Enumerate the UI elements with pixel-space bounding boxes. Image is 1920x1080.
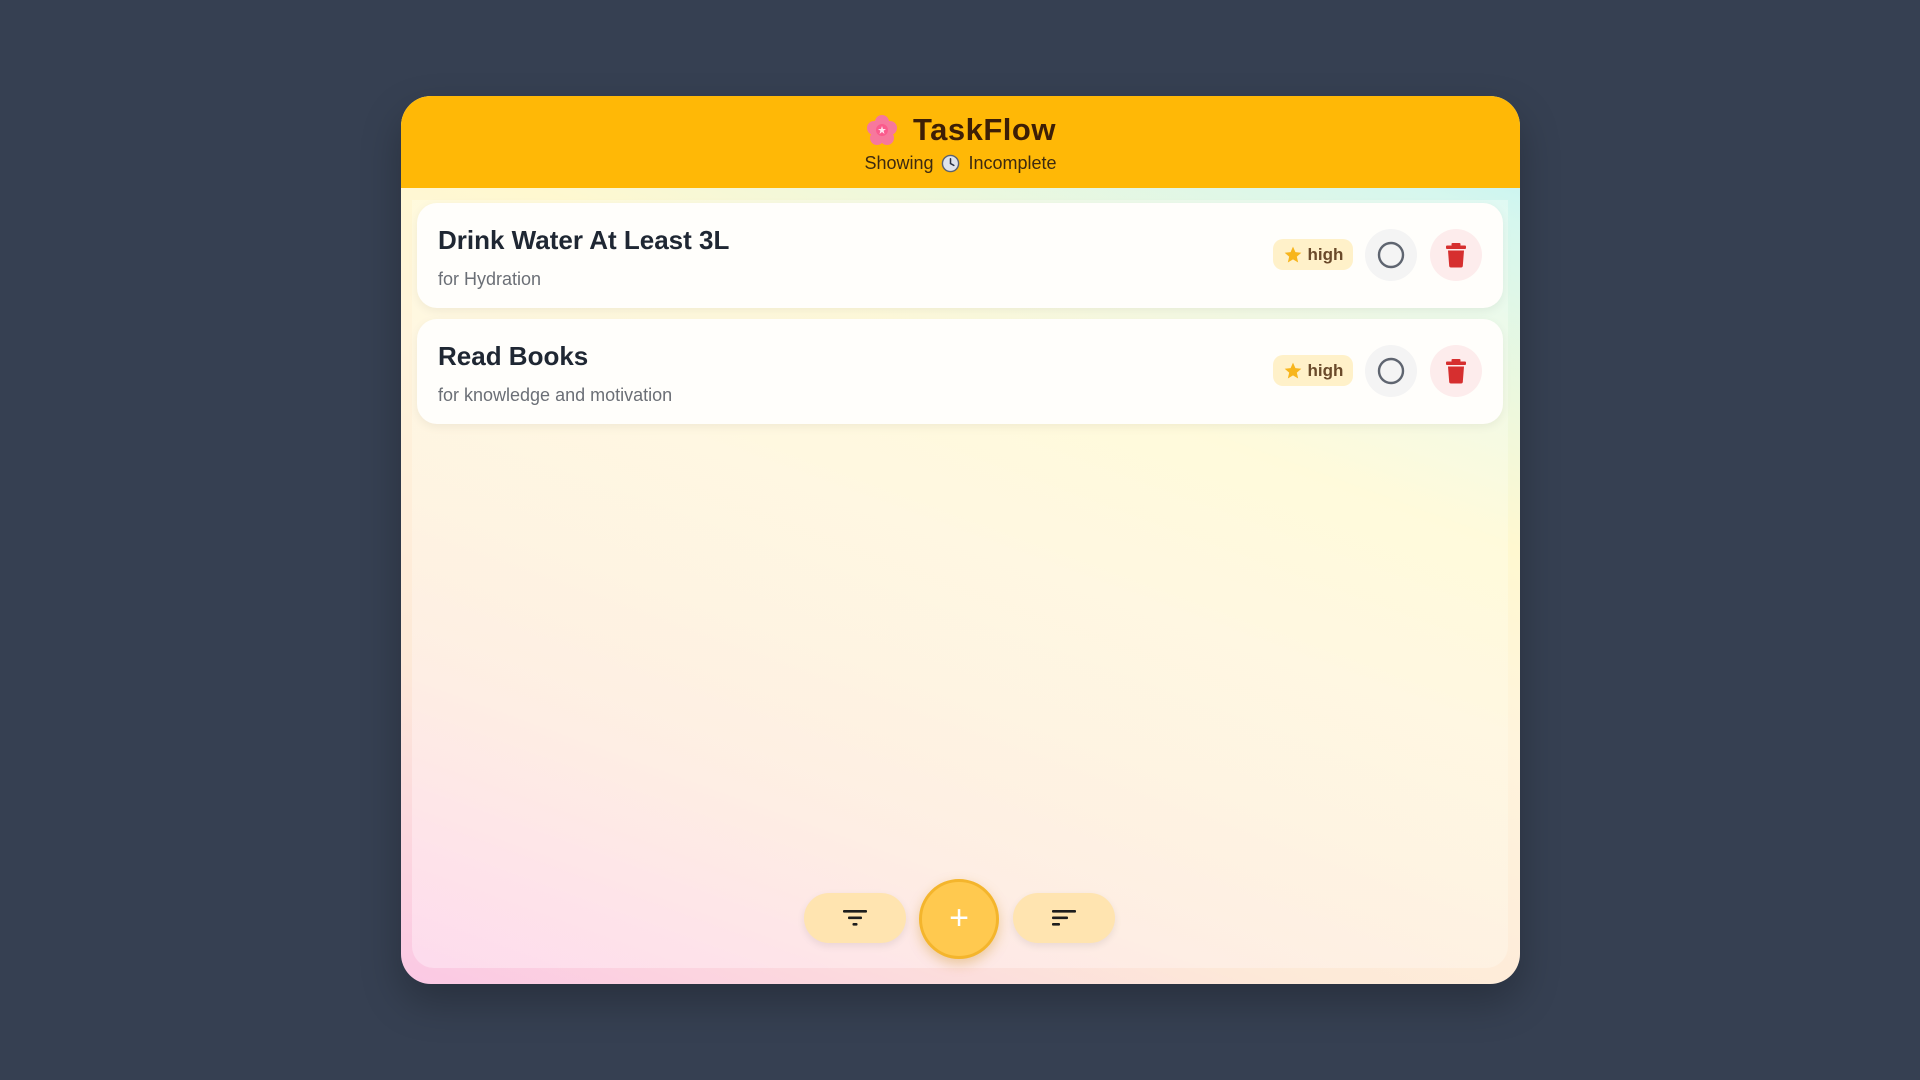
filter-value: Incomplete xyxy=(968,153,1057,173)
title-row: TaskFlow xyxy=(401,112,1520,148)
clock-icon xyxy=(942,154,960,173)
priority-badge: high xyxy=(1273,355,1353,386)
flower-icon xyxy=(867,115,898,145)
task-title: Drink Water At Least 3L xyxy=(438,225,730,255)
task-card[interactable]: Drink Water At Least 3L for Hydration hi… xyxy=(417,203,1503,308)
delete-button[interactable] xyxy=(1430,229,1482,281)
complete-button[interactable] xyxy=(1365,229,1417,281)
task-description: for knowledge and motivation xyxy=(438,385,673,405)
sort-icon xyxy=(1052,910,1076,926)
task-title: Read Books xyxy=(438,341,589,371)
app-title: TaskFlow xyxy=(913,112,1056,147)
priority-label: high xyxy=(1307,244,1344,264)
star-icon xyxy=(1284,246,1301,262)
app-window: TaskFlow Showing Incomplete Drink Water … xyxy=(401,96,1520,984)
filter-button[interactable] xyxy=(804,893,906,943)
priority-label: high xyxy=(1307,360,1344,380)
sort-button[interactable] xyxy=(1013,893,1115,943)
filter-status: Showing Incomplete xyxy=(401,153,1520,174)
trash-icon xyxy=(1446,243,1466,268)
add-task-button[interactable]: + xyxy=(919,879,999,959)
priority-badge: high xyxy=(1273,239,1353,270)
delete-button[interactable] xyxy=(1430,345,1482,397)
add-label: + xyxy=(949,898,969,937)
trash-icon xyxy=(1446,359,1466,384)
bottom-toolbar: + xyxy=(401,872,1520,962)
filter-icon xyxy=(843,910,867,926)
circle-icon xyxy=(1377,241,1405,269)
task-list-area xyxy=(412,200,1508,968)
complete-button[interactable] xyxy=(1365,345,1417,397)
task-card[interactable]: Read Books for knowledge and motivation … xyxy=(417,319,1503,424)
task-description: for Hydration xyxy=(438,269,542,289)
app-header: TaskFlow Showing Incomplete xyxy=(401,96,1520,188)
star-icon xyxy=(1284,362,1301,378)
showing-label: Showing xyxy=(864,153,934,173)
circle-icon xyxy=(1377,357,1405,385)
